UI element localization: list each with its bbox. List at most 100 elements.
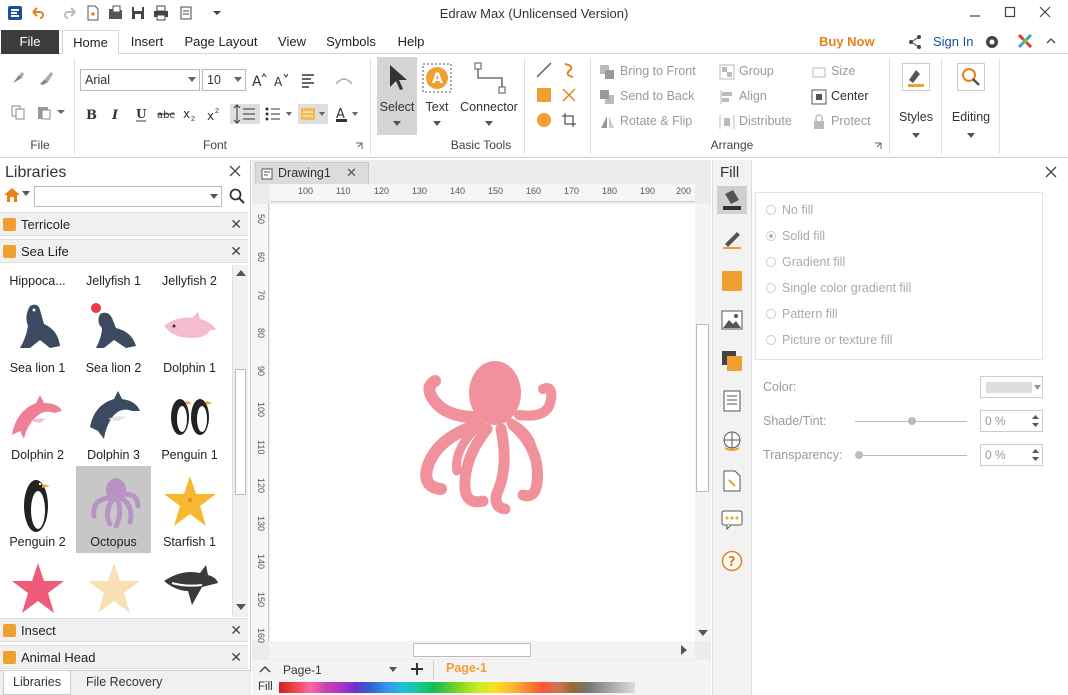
shape-starfish-2[interactable] xyxy=(0,553,75,617)
align-button[interactable]: Align xyxy=(739,89,767,103)
shape-hippocampus[interactable]: Hippoca... xyxy=(0,265,75,292)
crop-tool-icon[interactable] xyxy=(561,112,577,128)
font-size-select[interactable]: 10 xyxy=(202,69,246,91)
scroll-right-icon[interactable] xyxy=(680,645,688,655)
select-tool-button[interactable]: Select xyxy=(377,57,417,135)
shape-dolphin-2[interactable]: Dolphin 2 xyxy=(0,379,75,466)
app-switcher-icon[interactable] xyxy=(1017,33,1033,49)
fill-tool-icon[interactable] xyxy=(717,186,747,214)
document-tab[interactable]: Drawing1 ✕ xyxy=(255,162,369,184)
tab-insert[interactable]: Insert xyxy=(122,30,172,54)
transparency-slider-track[interactable] xyxy=(855,455,967,456)
library-search-input[interactable] xyxy=(34,186,222,207)
group-button[interactable]: Group xyxy=(739,64,774,78)
underline-icon[interactable]: U xyxy=(133,106,149,122)
font-color-icon[interactable]: A xyxy=(335,106,365,122)
canvas-vertical-scrollbar[interactable] xyxy=(695,204,711,641)
transparency-input[interactable]: 0 % xyxy=(980,444,1043,466)
close-icon[interactable]: ✕ xyxy=(230,216,242,233)
shape-octopus[interactable]: Octopus xyxy=(76,466,151,553)
search-icon[interactable] xyxy=(229,188,245,204)
transparency-slider-thumb[interactable] xyxy=(855,451,863,459)
bullet-list-icon[interactable] xyxy=(264,106,294,122)
subscript-icon[interactable]: x2 xyxy=(182,106,198,122)
radio-no-fill[interactable]: No fill xyxy=(766,203,813,217)
home-icon[interactable] xyxy=(3,187,21,203)
radio-picture-texture-fill[interactable]: Picture or texture fill xyxy=(766,333,892,347)
font-name-select[interactable]: Arial xyxy=(80,69,200,91)
paste-icon[interactable] xyxy=(36,104,52,120)
editing-button[interactable]: Editing xyxy=(945,57,997,147)
page-properties-icon[interactable] xyxy=(722,390,742,412)
italic-icon[interactable]: I xyxy=(108,106,124,122)
tab-symbols[interactable]: Symbols xyxy=(322,30,380,54)
rotate-flip-button[interactable]: Rotate & Flip xyxy=(620,114,692,128)
arrange-dialog-launcher-icon[interactable] xyxy=(874,142,882,150)
hyperlink-globe-icon[interactable] xyxy=(721,430,743,452)
shape-starfish-1[interactable]: Starfish 1 xyxy=(152,466,227,553)
home-dropdown-icon[interactable] xyxy=(22,191,30,197)
shape-jellyfish-1[interactable]: Jellyfish 1 xyxy=(76,265,151,292)
tab-home[interactable]: Home xyxy=(62,30,119,55)
shape-sea-lion-1[interactable]: Sea lion 1 xyxy=(0,292,75,379)
close-panel-icon[interactable] xyxy=(1045,166,1057,178)
size-icon[interactable] xyxy=(811,64,827,80)
arc-tool-icon[interactable] xyxy=(561,62,577,78)
scroll-down-icon[interactable] xyxy=(236,603,246,611)
brush-icon[interactable] xyxy=(38,70,54,86)
group-icon[interactable] xyxy=(719,64,735,80)
text-curve-icon[interactable] xyxy=(334,72,353,88)
decrease-font-icon[interactable]: A xyxy=(273,72,289,88)
distribute-icon[interactable] xyxy=(719,114,735,130)
bold-icon[interactable]: B xyxy=(83,106,99,122)
scrollbar-thumb[interactable] xyxy=(235,369,246,495)
spinner-icon[interactable] xyxy=(1032,448,1039,462)
scroll-down-icon[interactable] xyxy=(698,629,708,637)
canvas-horizontal-scrollbar[interactable] xyxy=(270,641,695,659)
collapse-ribbon-icon[interactable] xyxy=(1045,35,1057,47)
minimize-icon[interactable] xyxy=(960,2,990,22)
shape-jellyfish-2[interactable]: Jellyfish 2 xyxy=(152,265,227,292)
center-button[interactable]: Center xyxy=(831,89,869,103)
tab-help[interactable]: Help xyxy=(392,30,430,54)
scrollbar-thumb[interactable] xyxy=(413,643,531,657)
help-icon[interactable]: ? xyxy=(721,550,743,572)
shadow-icon[interactable] xyxy=(721,270,743,292)
color-picker[interactable] xyxy=(980,376,1043,398)
line-tool-icon[interactable] xyxy=(536,62,552,78)
collapse-up-icon[interactable] xyxy=(259,665,271,673)
bring-to-front-button[interactable]: Bring to Front xyxy=(620,64,696,78)
radio-single-color-gradient-fill[interactable]: Single color gradient fill xyxy=(766,281,911,295)
tab-file[interactable]: File xyxy=(1,30,59,54)
align-text-icon[interactable] xyxy=(300,72,316,88)
library-category-terricole[interactable]: Terricole ✕ xyxy=(0,212,248,236)
text-highlight-icon[interactable] xyxy=(298,104,328,124)
library-scrollbar[interactable] xyxy=(232,265,248,617)
octopus-shape[interactable] xyxy=(415,359,560,514)
styles-button[interactable]: Styles xyxy=(893,57,939,147)
protect-lock-icon[interactable] xyxy=(811,114,827,130)
close-tab-icon[interactable]: ✕ xyxy=(346,165,357,181)
line-spacing-icon[interactable] xyxy=(230,104,260,124)
rotate-flip-icon[interactable] xyxy=(599,114,615,130)
line-style-icon[interactable] xyxy=(721,230,743,250)
shape-dolphin-1[interactable]: Dolphin 1 xyxy=(152,292,227,379)
close-panel-icon[interactable] xyxy=(229,165,241,177)
radio-gradient-fill[interactable]: Gradient fill xyxy=(766,255,845,269)
superscript-icon[interactable]: x2 xyxy=(206,106,222,122)
tab-file-recovery[interactable]: File Recovery xyxy=(86,675,162,689)
library-category-animal-head[interactable]: Animal Head ✕ xyxy=(0,645,248,669)
sign-in-link[interactable]: Sign In xyxy=(933,34,973,49)
library-category-insect[interactable]: Insect ✕ xyxy=(0,618,248,642)
radio-pattern-fill[interactable]: Pattern fill xyxy=(766,307,838,321)
text-tool-button[interactable]: A Text xyxy=(420,57,454,135)
drawing-page[interactable] xyxy=(270,204,695,641)
image-icon[interactable] xyxy=(721,310,743,330)
maximize-icon[interactable] xyxy=(995,2,1025,22)
tab-view[interactable]: View xyxy=(272,30,312,54)
strikethrough-icon[interactable]: abc xyxy=(156,106,175,122)
color-swatches[interactable] xyxy=(279,682,635,693)
paste-dropdown-icon[interactable] xyxy=(56,106,72,122)
page-tab-active[interactable]: Page-1 xyxy=(433,661,487,680)
tab-page-layout[interactable]: Page Layout xyxy=(180,30,262,54)
